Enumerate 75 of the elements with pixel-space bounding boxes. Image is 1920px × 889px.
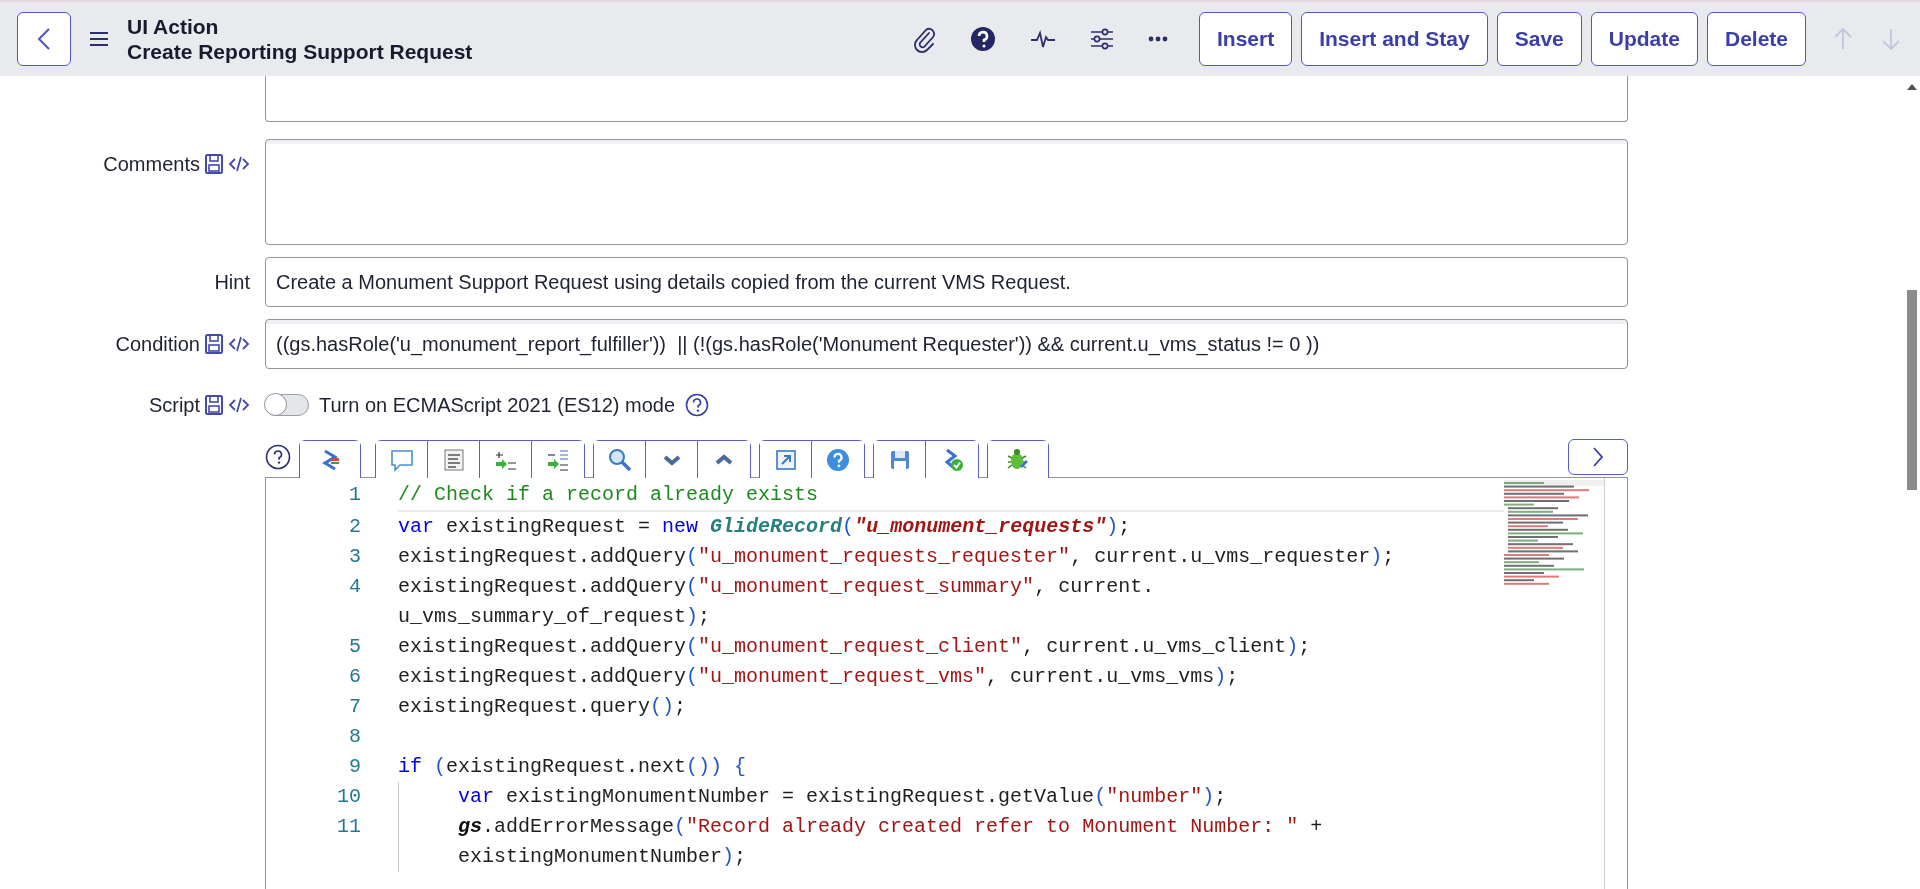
- code-line: existingRequest.addQuery("u_monument_request_summary", current.: [398, 574, 1156, 600]
- arrow-down-icon: [1880, 27, 1902, 51]
- save-script-button[interactable]: [874, 441, 926, 478]
- text-input-field[interactable]: Create a Monument Support Request using details copied from the current VMS Request.: [265, 257, 1628, 307]
- line-number: 8: [348, 724, 362, 750]
- back-button[interactable]: [17, 12, 71, 66]
- fullscreen-button[interactable]: [760, 441, 812, 478]
- action-button[interactable]: Save: [1496, 12, 1582, 66]
- code-line: var existingMonumentNumber = existingRequest.getValue("number");: [458, 784, 1228, 810]
- line-number: 9: [348, 754, 362, 780]
- code-line: gs.addErrorMessage("Record already created refer to Monument Number: " +: [458, 814, 1324, 840]
- text-input-field[interactable]: ((gs.hasRole('u_monument_report_fulfiller')) || (!(gs.hasRole('Monument Requester')) && current.u_vms_status != 0 )): [265, 319, 1628, 369]
- line-number: 7: [348, 694, 362, 720]
- replace-button[interactable]: [480, 441, 532, 478]
- code-line: // Check if a record already exists: [398, 482, 820, 508]
- action-button[interactable]: Delete: [1706, 12, 1806, 66]
- line-number: 4: [348, 574, 362, 600]
- pulse-icon[interactable]: [1030, 28, 1056, 50]
- save-icon[interactable]: [204, 394, 224, 416]
- more-icon[interactable]: [1148, 36, 1168, 42]
- line-number: 6: [348, 664, 362, 690]
- check-syntax-button[interactable]: [926, 441, 978, 478]
- field-label: Comments: [103, 152, 200, 176]
- code-line: var existingRequest = new GlideRecord("u_monument_requests");: [398, 514, 1132, 540]
- save-icon[interactable]: [204, 153, 224, 175]
- code-editor[interactable]: [265, 477, 1628, 889]
- search-button[interactable]: [594, 441, 646, 478]
- format-code-button[interactable]: [300, 441, 360, 478]
- field-label: Condition: [115, 332, 200, 356]
- field-label: Hint: [214, 270, 250, 294]
- code-line: existingRequest.addQuery("u_monument_requests_requester", current.u_vms_requester);: [398, 544, 1396, 570]
- paperclip-icon[interactable]: [912, 25, 936, 53]
- chevron-left-icon: [37, 27, 51, 51]
- toggle-label: Turn on ECMAScript 2021 (ES12) mode: [319, 393, 676, 417]
- help-icon[interactable]: [685, 393, 710, 417]
- action-button[interactable]: Insert: [1199, 12, 1293, 66]
- help-icon[interactable]: [265, 444, 291, 470]
- line-number: 2: [348, 514, 362, 540]
- code-line: existingRequest.addQuery("u_monument_request_client", current.u_vms_client);: [398, 634, 1312, 660]
- record-title: Create Reporting Support Request: [127, 39, 473, 64]
- action-button[interactable]: Update: [1590, 12, 1698, 66]
- line-number: 11: [336, 814, 362, 840]
- list-button[interactable]: [428, 441, 480, 478]
- next-match-button[interactable]: [646, 441, 698, 478]
- line-number: 1: [348, 482, 362, 508]
- help-icon: [825, 446, 851, 473]
- sliders-icon[interactable]: [1090, 28, 1114, 50]
- toggle-switch[interactable]: [265, 394, 309, 416]
- comment-button[interactable]: [376, 441, 428, 478]
- code-line: u_vms_summary_of_request);: [398, 604, 712, 630]
- text-area[interactable]: [265, 76, 1628, 122]
- scrollbar[interactable]: [1906, 84, 1917, 490]
- chevron-right-icon: [1592, 446, 1604, 468]
- code-line: if (existingRequest.next()) {: [398, 754, 748, 780]
- line-number: 3: [348, 544, 362, 570]
- save-icon[interactable]: [204, 333, 224, 355]
- action-button[interactable]: Insert and Stay: [1301, 12, 1488, 66]
- code-line: existingRequest.query();: [398, 694, 688, 720]
- code-line: existingMonumentNumber);: [458, 844, 748, 870]
- expand-panel-button[interactable]: [1568, 439, 1628, 475]
- record-type-title: UI Action: [127, 14, 220, 39]
- arrow-up-icon: [1832, 27, 1854, 51]
- scroll-up-icon: [1906, 84, 1917, 90]
- line-number: 5: [348, 634, 362, 660]
- help-button[interactable]: [812, 441, 864, 478]
- help-icon[interactable]: [970, 26, 996, 52]
- replace-all-button[interactable]: [532, 441, 584, 478]
- menu-icon[interactable]: [89, 31, 109, 47]
- search-icon: [606, 446, 633, 473]
- field-label: Script: [148, 393, 200, 417]
- previous-match-button[interactable]: [698, 441, 750, 478]
- debug-button[interactable]: [988, 441, 1048, 478]
- comments-text-area[interactable]: [265, 139, 1628, 245]
- line-number: 10: [336, 784, 362, 810]
- code-line: existingRequest.addQuery("u_monument_request_vms", current.u_vms_vms);: [398, 664, 1240, 690]
